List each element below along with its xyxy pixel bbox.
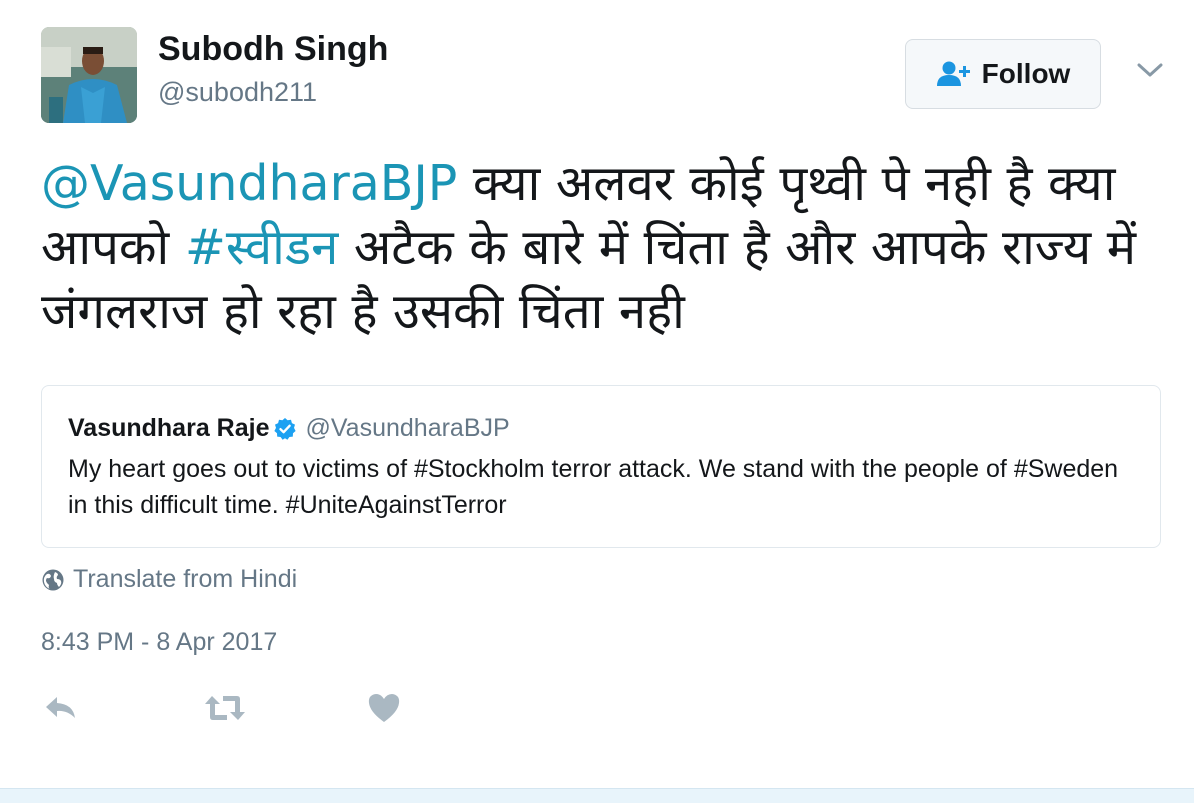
author-name[interactable]: Subodh Singh [158,30,388,69]
translate-link[interactable]: Translate from Hindi [41,565,297,594]
follow-label: Follow [981,58,1071,89]
avatar[interactable] [41,27,137,123]
tweet-timestamp[interactable]: 8:43 PM - 8 Apr 2017 [41,628,277,657]
quoted-tweet[interactable]: Vasundhara Raje @VasundharaBJP My heart … [41,385,1161,548]
quoted-tweet-header: Vasundhara Raje @VasundharaBJP [68,414,510,443]
mention-link[interactable]: @VasundharaBJP [41,155,457,212]
tweet-text: @VasundharaBJP क्या अलवर कोई पृथ्वी पे न… [41,152,1161,344]
quoted-tweet-text: My heart goes out to victims of #Stockho… [68,455,1119,519]
follow-button[interactable]: Follow [905,39,1101,109]
chevron-down-icon[interactable] [1136,60,1164,80]
author-handle[interactable]: @subodh211 [158,77,317,108]
globe-icon [42,569,64,590]
add-user-icon [936,61,970,86]
bottom-bar [0,788,1194,803]
retweet-icon[interactable] [203,690,247,726]
quoted-author-handle: @VasundharaBJP [305,414,510,442]
hashtag-link[interactable]: #स्वीडन [185,219,338,276]
heart-icon[interactable] [367,690,401,726]
avatar-photo [41,27,137,123]
verified-badge-icon [274,417,297,440]
tweet-card: Subodh Singh @subodh211 Follow @Vasundha… [0,0,1194,803]
translate-label: Translate from Hindi [73,565,298,593]
quoted-author-name: Vasundhara Raje [68,414,270,442]
reply-icon[interactable] [43,690,79,726]
